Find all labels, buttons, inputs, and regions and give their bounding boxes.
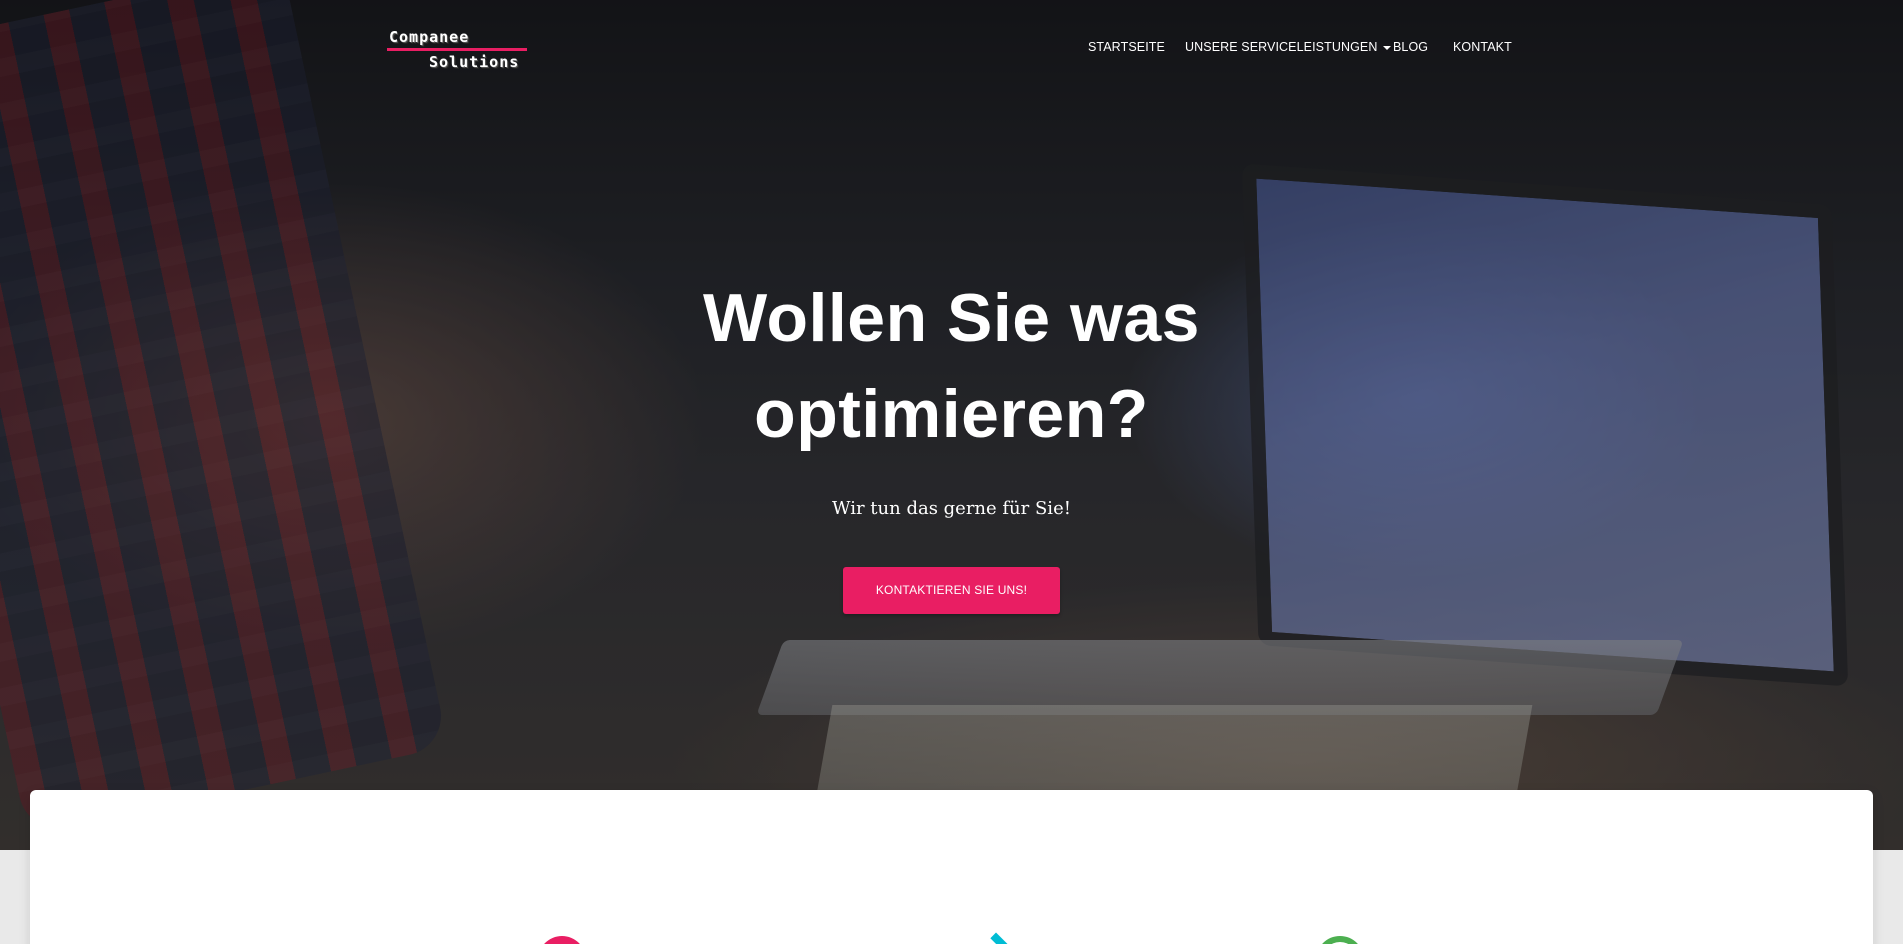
- hero-section: Companee Solutions STARTSEITE UNSERE SER…: [0, 0, 1903, 850]
- main-navigation: STARTSEITE UNSERE SERVICELEISTUNGEN BLOG…: [0, 40, 1903, 60]
- pink-circle-icon: [538, 936, 586, 944]
- hero-subtitle: Wir tun das gerne für Sie!: [832, 498, 1071, 519]
- hero-title-line2: optimieren?: [754, 376, 1149, 452]
- cyan-icon: [970, 932, 1022, 944]
- hero-title: Wollen Sie was optimieren?: [0, 270, 1903, 462]
- nav-item-startseite[interactable]: STARTSEITE: [1088, 40, 1165, 54]
- navbar: Companee Solutions STARTSEITE UNSERE SER…: [0, 0, 1903, 100]
- nav-item-blog[interactable]: BLOG: [1393, 40, 1428, 54]
- features-card: [30, 790, 1873, 944]
- hero-content: Wollen Sie was optimieren? Wir tun das g…: [0, 270, 1903, 614]
- nav-item-serviceleistungen[interactable]: UNSERE SERVICELEISTUNGEN: [1185, 40, 1391, 54]
- green-circle-icon: [1316, 936, 1364, 944]
- nav-item-serviceleistungen-label: UNSERE SERVICELEISTUNGEN: [1185, 40, 1378, 54]
- contact-cta-button[interactable]: KONTAKTIEREN SIE UNS!: [842, 567, 1061, 614]
- caret-down-icon: [1382, 45, 1391, 50]
- nav-item-kontakt[interactable]: KONTAKT: [1453, 40, 1512, 54]
- hero-title-line1: Wollen Sie was: [702, 280, 1200, 356]
